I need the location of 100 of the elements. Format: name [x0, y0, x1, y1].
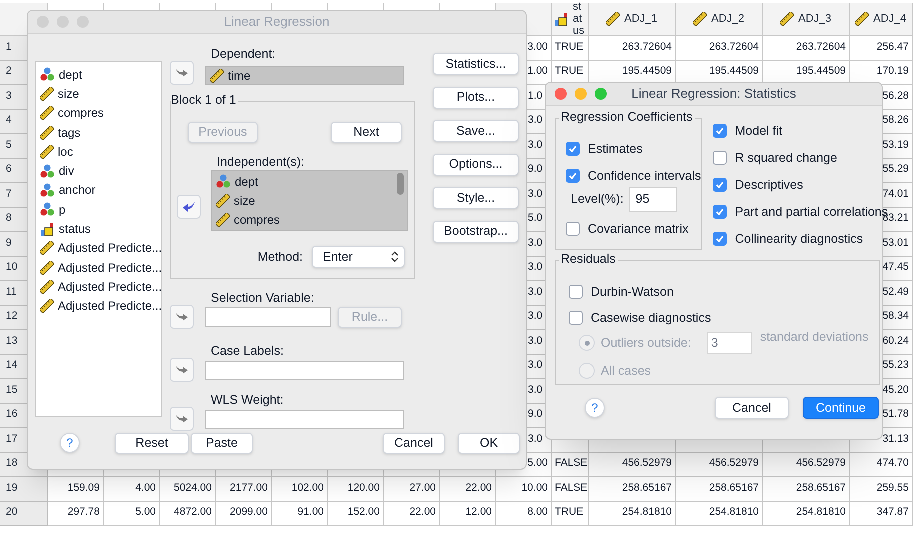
- move-button[interactable]: [170, 61, 194, 85]
- window-control-button[interactable]: [575, 88, 587, 100]
- row-header[interactable]: 19: [0, 477, 48, 502]
- row-header[interactable]: 20: [0, 502, 48, 526]
- checkbox-label: R squared change: [735, 150, 838, 167]
- ruler-icon: [40, 299, 54, 314]
- table-cell: 254.81810: [589, 502, 676, 526]
- dialog-button[interactable]: Plots...: [433, 86, 519, 108]
- window-title: Linear Regression: [224, 13, 330, 32]
- window-control-button[interactable]: [555, 88, 567, 100]
- input-field[interactable]: 95: [628, 187, 677, 212]
- variable-item[interactable]: time: [206, 67, 255, 84]
- group-title: Block 1 of 1: [171, 93, 238, 107]
- table-cell: TRUE: [552, 36, 589, 60]
- checkmark-icon: [715, 126, 726, 136]
- dialog-button[interactable]: Options...: [433, 154, 519, 176]
- column-header[interactable]: ADJ_3: [763, 3, 850, 36]
- dialog-button[interactable]: Statistics...: [433, 53, 519, 75]
- nominal-icon: [40, 202, 55, 218]
- right-arrow-icon: [175, 67, 189, 79]
- nominal-icon: [216, 174, 231, 190]
- input-field[interactable]: 3: [707, 332, 752, 354]
- column-header[interactable]: ADJ_4: [850, 3, 913, 36]
- input-field[interactable]: [205, 410, 404, 428]
- ruler-icon: [216, 213, 230, 228]
- field-label: Independent(s):: [217, 155, 306, 169]
- dependent-field[interactable]: time: [205, 66, 404, 85]
- continue-button[interactable]: Continue: [803, 397, 879, 419]
- radio-label: All cases: [601, 362, 652, 380]
- help-button[interactable]: ?: [60, 433, 80, 453]
- table-cell: TRUE: [552, 502, 589, 526]
- window-control-button[interactable]: [595, 88, 607, 100]
- table-cell: 10.00: [496, 477, 552, 502]
- ruler-icon: [216, 194, 230, 208]
- checkbox[interactable]: [569, 311, 583, 325]
- string-icon: [554, 12, 569, 26]
- table-cell: 22.00: [440, 477, 496, 502]
- group-title: Regression Coefficients: [559, 110, 695, 124]
- table-cell: 102.00: [272, 477, 328, 502]
- table-cell: 22.00: [384, 502, 440, 526]
- ruler-icon: [855, 12, 870, 26]
- radio-label: Outliers outside:: [601, 334, 692, 352]
- dialog-button[interactable]: Cancel: [715, 397, 789, 419]
- ruler-icon: [606, 12, 620, 26]
- ruler-icon: [40, 106, 54, 120]
- checkbox-label: Durbin-Watson: [591, 284, 674, 301]
- checkbox[interactable]: [713, 205, 728, 219]
- dialog-button[interactable]: Reset: [115, 432, 189, 454]
- input-field[interactable]: [205, 360, 404, 380]
- checkbox-label: Covariance matrix: [588, 220, 689, 238]
- checkbox[interactable]: [569, 285, 583, 299]
- column-header[interactable]: ADJ_1: [589, 3, 676, 36]
- input-field[interactable]: [205, 307, 331, 327]
- column-header[interactable]: ADJ_2: [676, 3, 763, 36]
- checkbox[interactable]: [566, 169, 580, 183]
- dialog-button[interactable]: Bootstrap...: [433, 220, 519, 242]
- table-cell: 120.00: [328, 477, 384, 502]
- checkbox[interactable]: [566, 142, 580, 156]
- checkbox[interactable]: [566, 222, 580, 236]
- column-header[interactable]: status: [552, 3, 589, 36]
- help-button[interactable]: ?: [585, 398, 605, 418]
- move-button[interactable]: [170, 305, 194, 329]
- table-cell: 4872.00: [160, 502, 216, 526]
- table-cell: 258.65167: [676, 477, 763, 502]
- checkbox[interactable]: [713, 232, 728, 246]
- ruler-icon: [210, 68, 224, 82]
- dialog-button[interactable]: Style...: [433, 187, 519, 209]
- table-cell: 456.52979: [676, 452, 763, 477]
- dialog-button[interactable]: Cancel: [383, 432, 445, 454]
- table-cell: 258.65167: [589, 477, 676, 502]
- table-cell: 263.72604: [676, 36, 763, 60]
- checkbox[interactable]: [713, 124, 728, 138]
- table-cell: 259.55: [850, 477, 913, 502]
- variable-item[interactable]: size: [212, 191, 407, 211]
- variable-item[interactable]: compres: [212, 210, 407, 230]
- method-select[interactable]: Enter: [312, 246, 405, 268]
- table-cell: 4.00: [104, 477, 160, 502]
- dialog-button[interactable]: Next: [331, 122, 402, 143]
- ruler-icon: [40, 86, 54, 101]
- checkbox-label: Descriptives: [735, 176, 804, 194]
- variable-item[interactable]: dept: [212, 172, 407, 192]
- dialog-button[interactable]: OK: [458, 432, 520, 454]
- right-arrow-icon: [175, 413, 189, 425]
- group-title: Residuals: [559, 252, 618, 266]
- checkbox[interactable]: [713, 151, 728, 165]
- move-button[interactable]: [170, 407, 194, 431]
- field-label: Case Labels:: [211, 344, 285, 358]
- independent-list[interactable]: dept size compres: [211, 170, 408, 231]
- window-title: Linear Regression: Statistics: [632, 85, 796, 104]
- table-cell: 474.70: [850, 452, 913, 477]
- ruler-icon: [40, 280, 54, 294]
- move-button[interactable]: [170, 358, 194, 382]
- checkbox[interactable]: [713, 178, 728, 192]
- move-button[interactable]: [177, 194, 201, 218]
- nominal-icon: [40, 164, 55, 179]
- table-cell: 254.81810: [763, 502, 850, 526]
- table-cell: 152.00: [328, 502, 384, 526]
- dialog-button[interactable]: Save...: [433, 120, 519, 142]
- dialog-button[interactable]: Paste: [191, 432, 253, 454]
- scrollbar[interactable]: [397, 173, 404, 195]
